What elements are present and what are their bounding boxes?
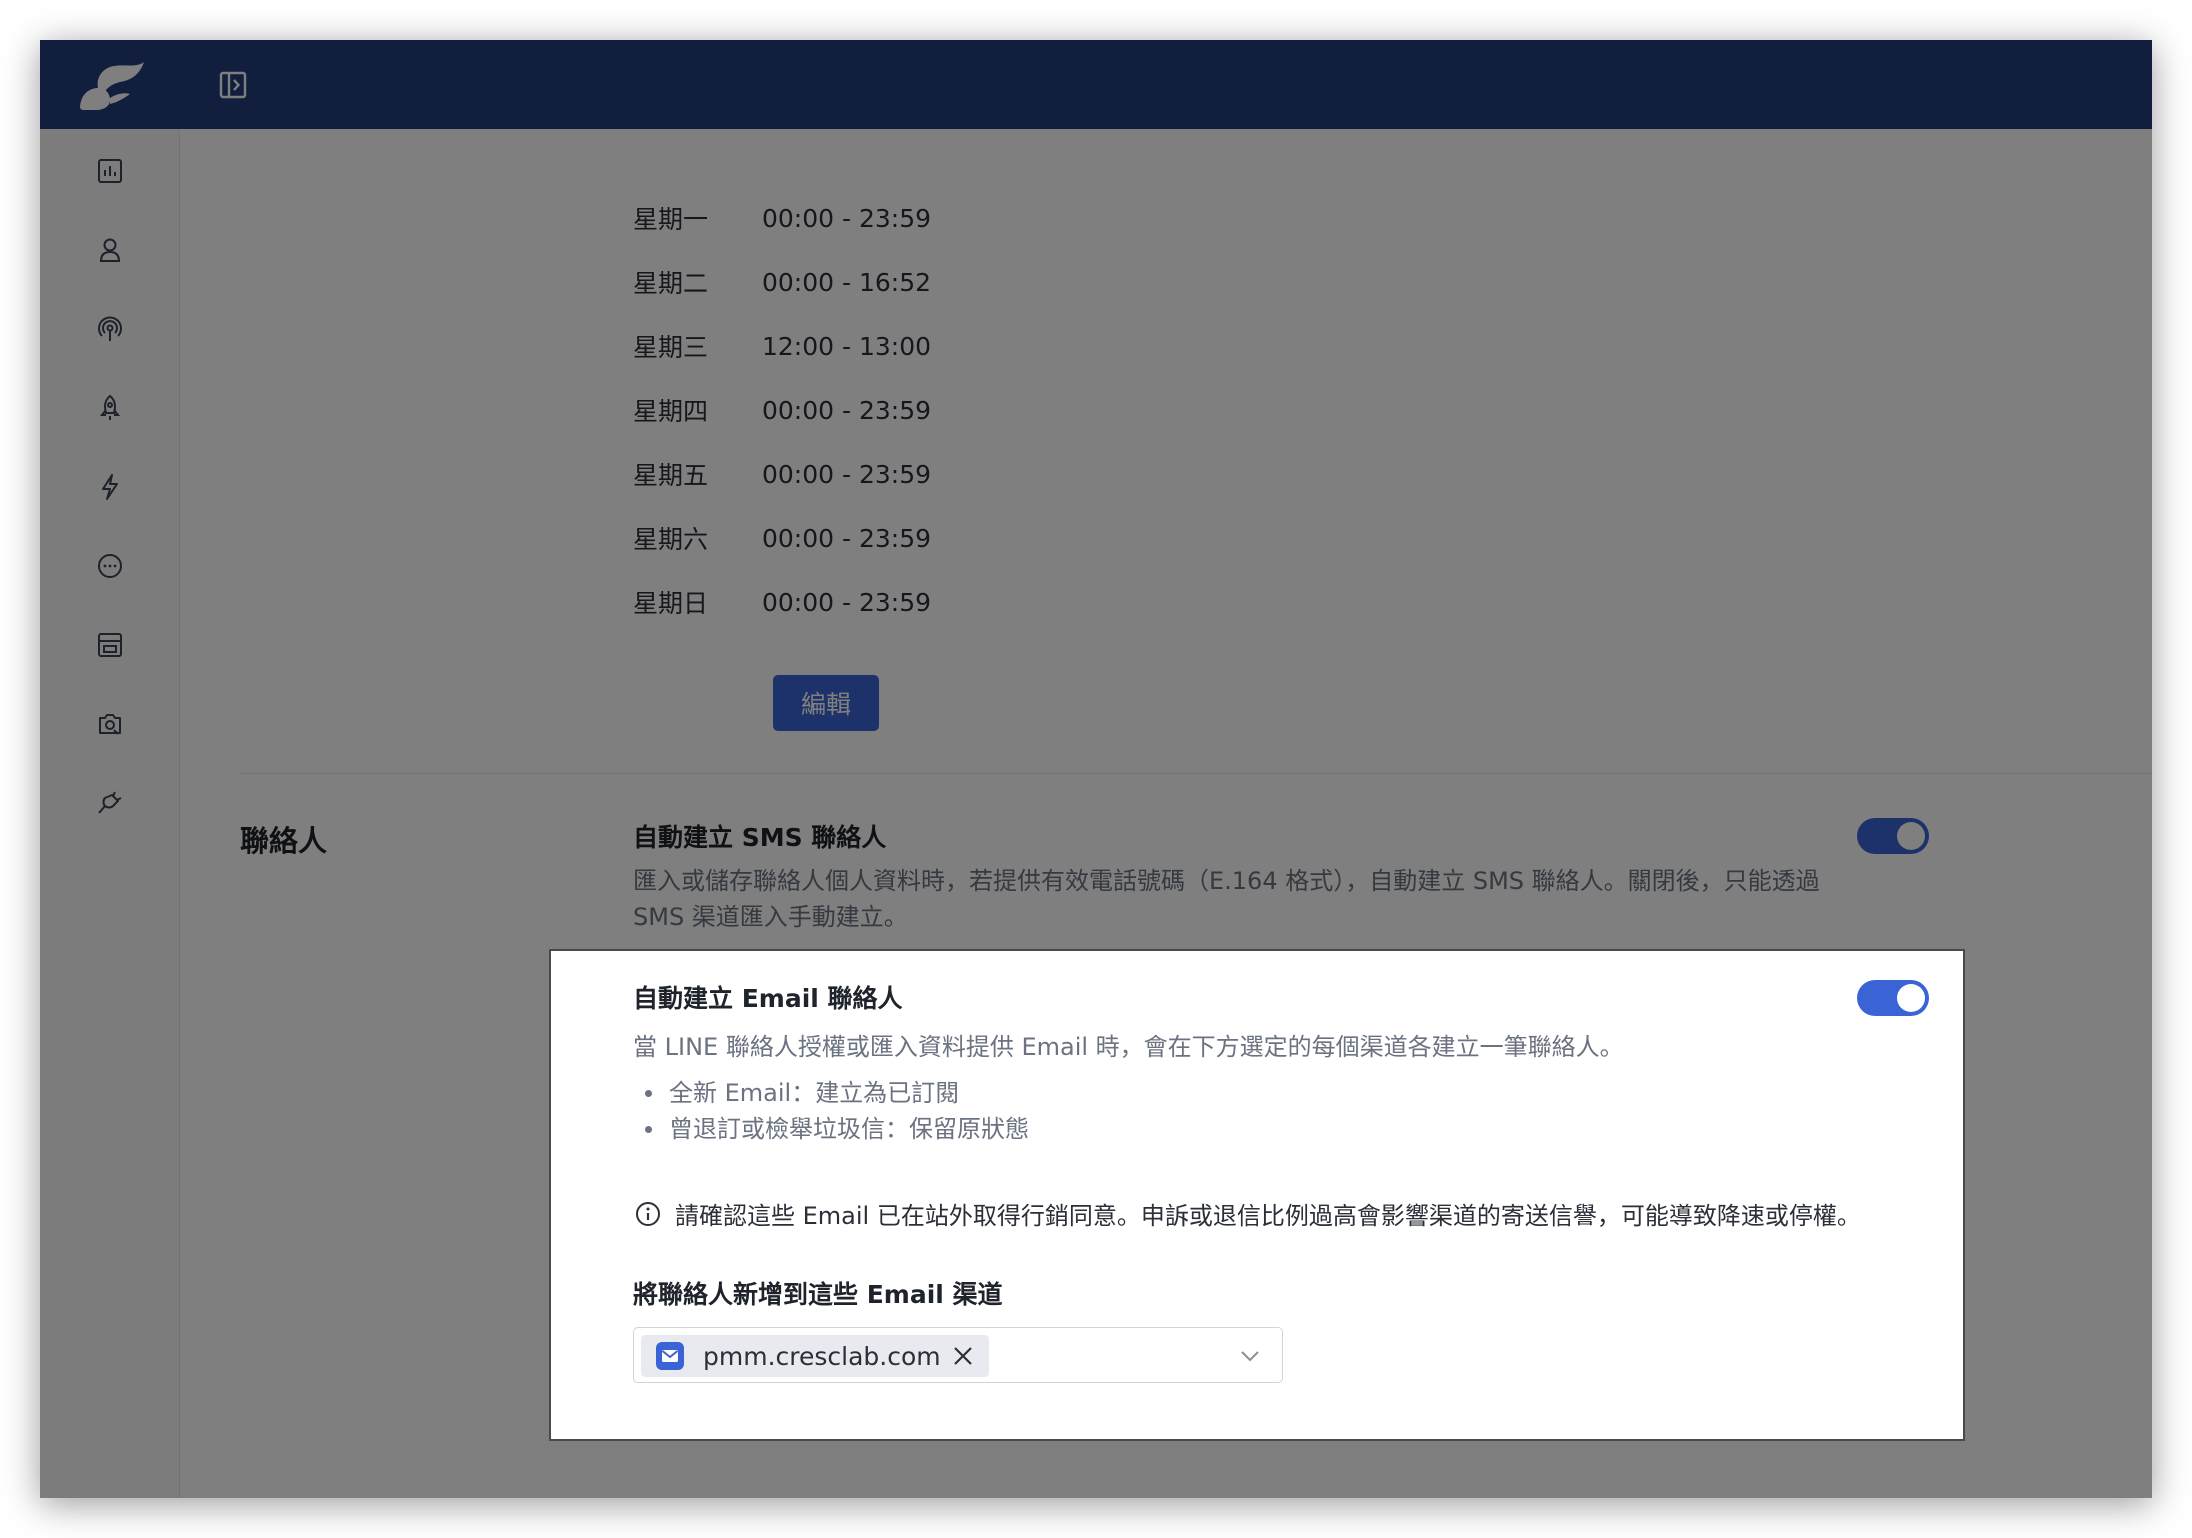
consent-notice-text: 請確認這些 Email 已在站外取得行銷同意。申訴或退信比例過高會影響渠道的寄送… <box>675 1202 1861 1230</box>
email-setting-description: 當 LINE 聯絡人授權或匯入資料提供 Email 時，會在下方選定的每個渠道各… <box>633 1033 1624 1061</box>
mail-icon <box>656 1342 684 1370</box>
app-window: 星期一 00:00 - 23:59 星期二 00:00 - 16:52 星期三 … <box>40 40 2152 1498</box>
consent-notice: 請確認這些 Email 已在站外取得行銷同意。申訴或退信比例過高會影響渠道的寄送… <box>635 1196 1861 1231</box>
list-item: 全新 Email：建立為已訂閱 <box>633 1075 1029 1111</box>
email-channel-label: 將聯絡人新增到這些 Email 渠道 <box>633 1280 1003 1309</box>
email-channel-select[interactable]: pmm.cresclab.com <box>633 1327 1283 1383</box>
chevron-down-icon <box>1241 1351 1259 1362</box>
channel-tag-label: pmm.cresclab.com <box>703 1341 941 1371</box>
list-item: 曾退訂或檢舉垃圾信：保留原狀態 <box>633 1111 1029 1147</box>
email-setting-title: 自動建立 Email 聯絡人 <box>633 984 903 1013</box>
toggle-knob <box>1897 984 1925 1012</box>
channel-tag: pmm.cresclab.com <box>641 1335 989 1377</box>
email-setting-spotlight: 自動建立 Email 聯絡人 當 LINE 聯絡人授權或匯入資料提供 Email… <box>549 949 1965 1441</box>
email-auto-create-toggle[interactable] <box>1857 980 1929 1016</box>
email-rules-list: 全新 Email：建立為已訂閱 曾退訂或檢舉垃圾信：保留原狀態 <box>633 1075 1029 1147</box>
info-icon <box>636 1201 660 1226</box>
close-icon[interactable] <box>951 1344 975 1368</box>
